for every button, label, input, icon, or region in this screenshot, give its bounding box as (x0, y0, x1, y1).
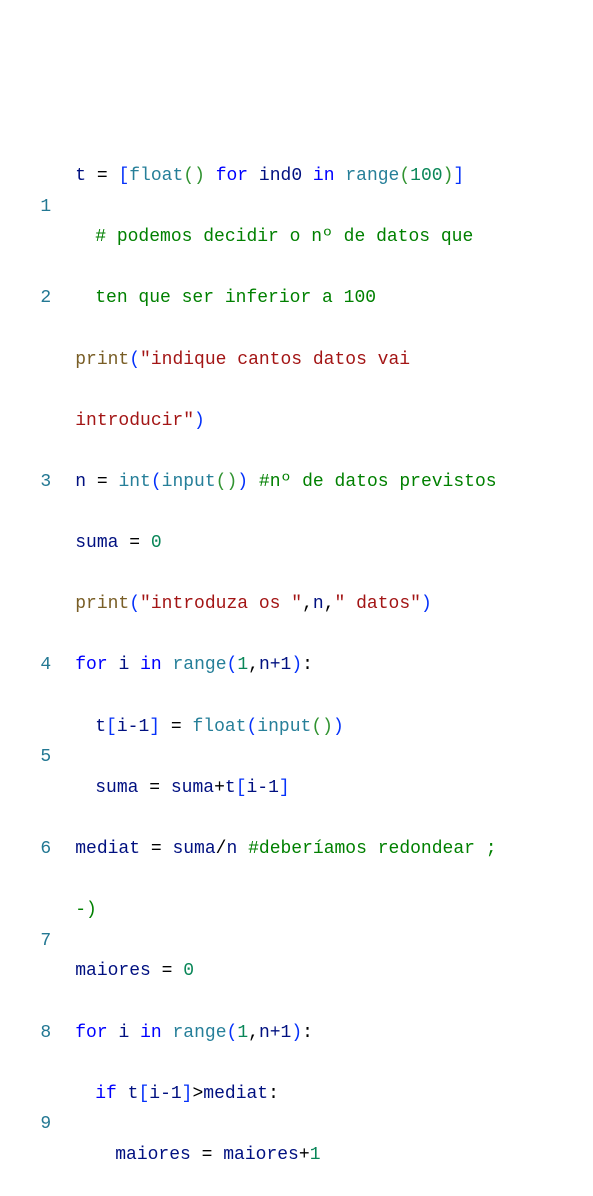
line-number: 1 (8, 192, 51, 223)
code-line: mediat = suma/n #deberíamos redondear ; (67, 834, 593, 865)
code-line: ten que ser inferior a 100 (67, 283, 593, 314)
line-number (8, 559, 51, 590)
code-area[interactable]: t = [float() for ind0 in range(100)] # p… (67, 130, 593, 1196)
line-number: 2 (8, 283, 51, 314)
code-line: for i in range(1,n+1): (67, 650, 593, 681)
code-line: -) (67, 895, 593, 926)
code-line: introducir") (67, 406, 593, 437)
line-number: 6 (8, 834, 51, 865)
line-number: 4 (8, 650, 51, 681)
code-line: suma = suma+t[i-1] (67, 773, 593, 804)
line-number: 5 (8, 742, 51, 773)
line-number-gutter: 1 2 3 4 5 6 7 8 9 10 11 12 13 14 15 16 1… (0, 130, 67, 1196)
code-line: t = [float() for ind0 in range(100)] (67, 161, 593, 192)
code-line: t[i-1] = float(input()) (67, 712, 593, 743)
line-number: 9 (8, 1109, 51, 1140)
code-line: suma = 0 (67, 528, 593, 559)
line-number: 8 (8, 1018, 51, 1049)
line-number: 3 (8, 467, 51, 498)
code-line: for i in range(1,n+1): (67, 1018, 593, 1049)
code-line: if t[i-1]>mediat: (67, 1079, 593, 1110)
code-line: maiores = maiores+1 (67, 1140, 593, 1171)
line-number: 7 (8, 926, 51, 957)
code-line: print("indique cantos datos vai (67, 345, 593, 376)
code-line: print("introduza os ",n," datos") (67, 589, 593, 620)
code-line: maiores = 0 (67, 956, 593, 987)
code-line: # podemos decidir o nº de datos que (67, 222, 593, 253)
line-number (8, 375, 51, 406)
code-editor: 1 2 3 4 5 6 7 8 9 10 11 12 13 14 15 16 1… (0, 130, 593, 1196)
code-line: n = int(input()) #nº de datos previstos (67, 467, 593, 498)
